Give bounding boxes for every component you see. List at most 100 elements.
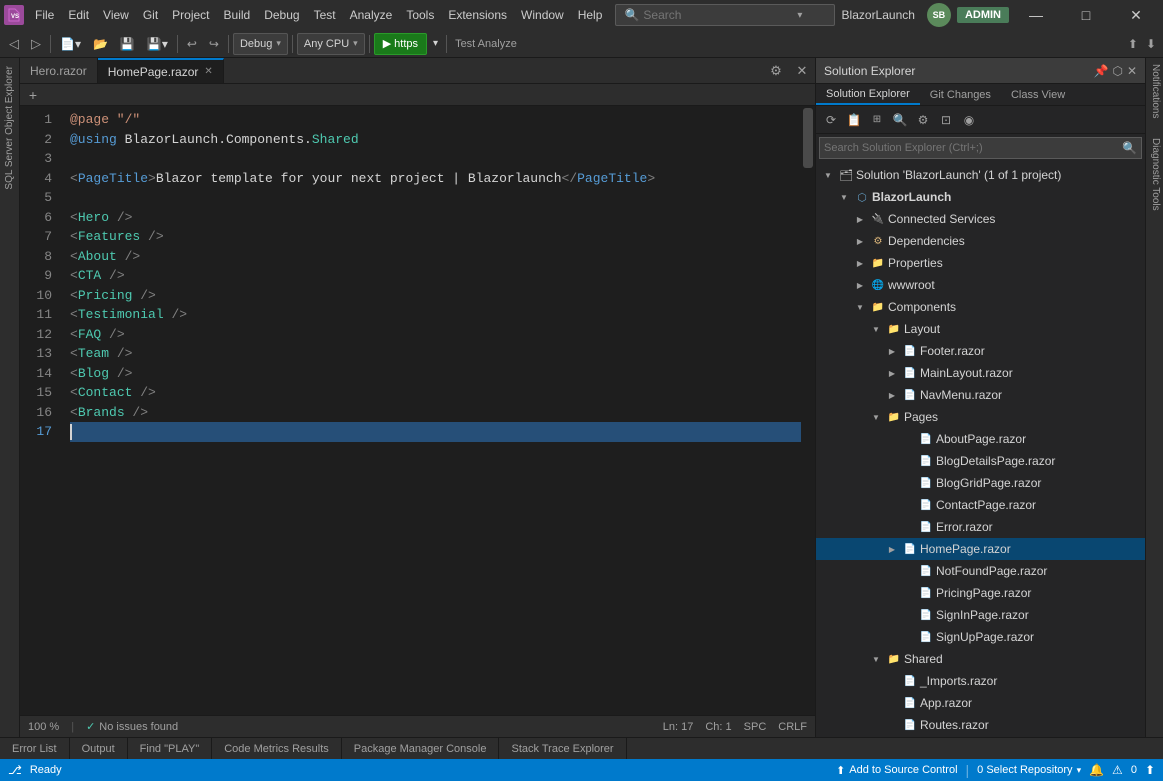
- sol-close-btn[interactable]: ✕: [1127, 64, 1137, 78]
- sol-tb-btn-1[interactable]: ⟳: [820, 109, 842, 131]
- sol-tb-btn-2[interactable]: 📋: [843, 109, 865, 131]
- tree-signup[interactable]: 📄 SignUpPage.razor: [816, 626, 1145, 648]
- menu-tools[interactable]: Tools: [399, 6, 441, 24]
- tree-error[interactable]: 📄 Error.razor: [816, 516, 1145, 538]
- tree-components[interactable]: ▼ 📁 Components: [816, 296, 1145, 318]
- tab-homepage[interactable]: HomePage.razor ✕: [98, 58, 224, 83]
- new-file-button[interactable]: 📄▾: [55, 33, 86, 55]
- tab-sol-exp[interactable]: Solution Explorer: [816, 84, 920, 105]
- sol-tb-btn-4[interactable]: 🔍: [889, 109, 911, 131]
- sol-tb-btn-7[interactable]: ◉: [958, 109, 980, 131]
- tree-pages[interactable]: ▼ 📁 Pages: [816, 406, 1145, 428]
- menu-help[interactable]: Help: [571, 6, 610, 24]
- tree-dependencies[interactable]: ▶ ⚙ Dependencies: [816, 230, 1145, 252]
- toolbar-icon-1[interactable]: ⬆: [1125, 33, 1141, 55]
- run-dropdown[interactable]: ▾: [429, 33, 442, 55]
- vertical-scrollbar[interactable]: [801, 106, 815, 715]
- menu-git[interactable]: Git: [136, 6, 165, 24]
- notifications-tab[interactable]: Notifications: [1146, 58, 1163, 124]
- menu-analyze[interactable]: Analyze: [343, 6, 400, 24]
- menu-project[interactable]: Project: [165, 6, 216, 24]
- menu-extensions[interactable]: Extensions: [441, 6, 514, 24]
- menu-view[interactable]: View: [96, 6, 136, 24]
- tree-project[interactable]: ▼ ⬡ BlazorLaunch: [816, 186, 1145, 208]
- sol-tb-btn-6[interactable]: ⊡: [935, 109, 957, 131]
- save-button[interactable]: 💾: [115, 33, 140, 55]
- tree-layout[interactable]: ▼ 📁 Layout: [816, 318, 1145, 340]
- notfound-label: NotFoundPage.razor: [936, 564, 1047, 578]
- editor-settings-btn[interactable]: ⚙: [763, 58, 789, 83]
- run-button[interactable]: ▶ https: [374, 33, 427, 55]
- save-all-button[interactable]: 💾▾: [142, 33, 173, 55]
- tree-bloggrid[interactable]: 📄 BlogGridPage.razor: [816, 472, 1145, 494]
- tab-git-changes[interactable]: Git Changes: [920, 84, 1001, 105]
- tab-find-play[interactable]: Find "PLAY": [128, 738, 213, 759]
- tab-package-manager[interactable]: Package Manager Console: [342, 738, 500, 759]
- add-line-btn[interactable]: +: [24, 86, 42, 104]
- tree-connected-services[interactable]: ▶ 🔌 Connected Services: [816, 208, 1145, 230]
- maximize-button[interactable]: □: [1063, 0, 1109, 30]
- search-bar[interactable]: 🔍 ▾: [615, 4, 835, 26]
- close-tab-icon[interactable]: ✕: [204, 66, 212, 77]
- menu-test[interactable]: Test: [307, 6, 343, 24]
- tree-app-razor[interactable]: 📄 App.razor: [816, 692, 1145, 714]
- zoom-level[interactable]: 100 %: [28, 721, 59, 733]
- close-button[interactable]: ✕: [1113, 0, 1159, 30]
- tab-code-metrics[interactable]: Code Metrics Results: [212, 738, 342, 759]
- tab-error-list[interactable]: Error List: [0, 738, 70, 759]
- tree-solution[interactable]: ▼ 🗂 Solution 'BlazorLaunch' (1 of 1 proj…: [816, 164, 1145, 186]
- sol-search[interactable]: 🔍: [819, 137, 1142, 159]
- tree-navmenu-razor[interactable]: ▶ 📄 NavMenu.razor: [816, 384, 1145, 406]
- add-to-source-btn[interactable]: ⬆ Add to Source Control: [836, 764, 957, 777]
- open-button[interactable]: 📂: [88, 33, 113, 55]
- tree-homepage-razor[interactable]: ▶ 📄 HomePage.razor: [816, 538, 1145, 560]
- shared-icon: 📁: [886, 651, 902, 667]
- tree-properties[interactable]: ▶ 📁 Properties: [816, 252, 1145, 274]
- toolbar-icon-2[interactable]: ⬇: [1143, 33, 1159, 55]
- undo-button[interactable]: ↩: [182, 33, 202, 55]
- tree-aboutpage[interactable]: 📄 AboutPage.razor: [816, 428, 1145, 450]
- menu-window[interactable]: Window: [514, 6, 571, 24]
- tree-contactpage[interactable]: 📄 ContactPage.razor: [816, 494, 1145, 516]
- tree-pricing[interactable]: 📄 PricingPage.razor: [816, 582, 1145, 604]
- platform-dropdown[interactable]: Any CPU ▾: [297, 33, 365, 55]
- back-button[interactable]: ◁: [4, 33, 24, 55]
- status-warning[interactable]: ⚠: [1112, 763, 1123, 777]
- www-icon: 🌐: [870, 277, 886, 293]
- minimize-button[interactable]: —: [1013, 0, 1059, 30]
- tab-class-view[interactable]: Class View: [1001, 84, 1075, 105]
- tree-shared[interactable]: ▼ 📁 Shared: [816, 648, 1145, 670]
- tree-mainlayout-razor[interactable]: ▶ 📄 MainLayout.razor: [816, 362, 1145, 384]
- tree-footer-razor[interactable]: ▶ 📄 Footer.razor: [816, 340, 1145, 362]
- sol-pin-btn[interactable]: 📌: [1094, 64, 1109, 78]
- status-expand[interactable]: ⬆: [1145, 763, 1155, 777]
- tab-output[interactable]: Output: [70, 738, 128, 759]
- menu-debug[interactable]: Debug: [257, 6, 306, 24]
- sol-tb-btn-3[interactable]: ⊞: [866, 109, 888, 131]
- tab-stack-trace[interactable]: Stack Trace Explorer: [499, 738, 626, 759]
- forward-button[interactable]: ▷: [26, 33, 46, 55]
- sol-search-input[interactable]: [824, 142, 1118, 154]
- redo-button[interactable]: ↪: [204, 33, 224, 55]
- tree-imports[interactable]: 📄 _Imports.razor: [816, 670, 1145, 692]
- sol-tb-btn-5[interactable]: ⚙: [912, 109, 934, 131]
- menu-file[interactable]: File: [28, 6, 61, 24]
- sol-float-btn[interactable]: ⬡: [1112, 64, 1122, 78]
- tab-hero[interactable]: Hero.razor: [20, 58, 98, 83]
- close-editor-btn[interactable]: ✕: [789, 58, 815, 83]
- config-dropdown[interactable]: Debug ▾: [233, 33, 288, 55]
- menu-edit[interactable]: Edit: [61, 6, 96, 24]
- tree-blogdetails[interactable]: 📄 BlogDetailsPage.razor: [816, 450, 1145, 472]
- diagnostic-tools-tab[interactable]: Diagnostic Tools: [1146, 132, 1163, 217]
- status-bell[interactable]: 🔔: [1089, 763, 1104, 777]
- left-sidebar: SQL Server Object Explorer: [0, 58, 20, 737]
- menu-build[interactable]: Build: [217, 6, 258, 24]
- tree-wwwroot[interactable]: ▶ 🌐 wwwroot: [816, 274, 1145, 296]
- tree-signin[interactable]: 📄 SignInPage.razor: [816, 604, 1145, 626]
- tree-notfound[interactable]: 📄 NotFoundPage.razor: [816, 560, 1145, 582]
- code-content[interactable]: @page "/" @using BlazorLaunch.Components…: [60, 106, 801, 715]
- tree-routes-razor[interactable]: 📄 Routes.razor: [816, 714, 1145, 736]
- search-input[interactable]: [643, 8, 793, 22]
- sql-server-tab[interactable]: SQL Server Object Explorer: [2, 62, 17, 194]
- select-repo-btn[interactable]: 0 Select Repository ▾: [977, 764, 1081, 776]
